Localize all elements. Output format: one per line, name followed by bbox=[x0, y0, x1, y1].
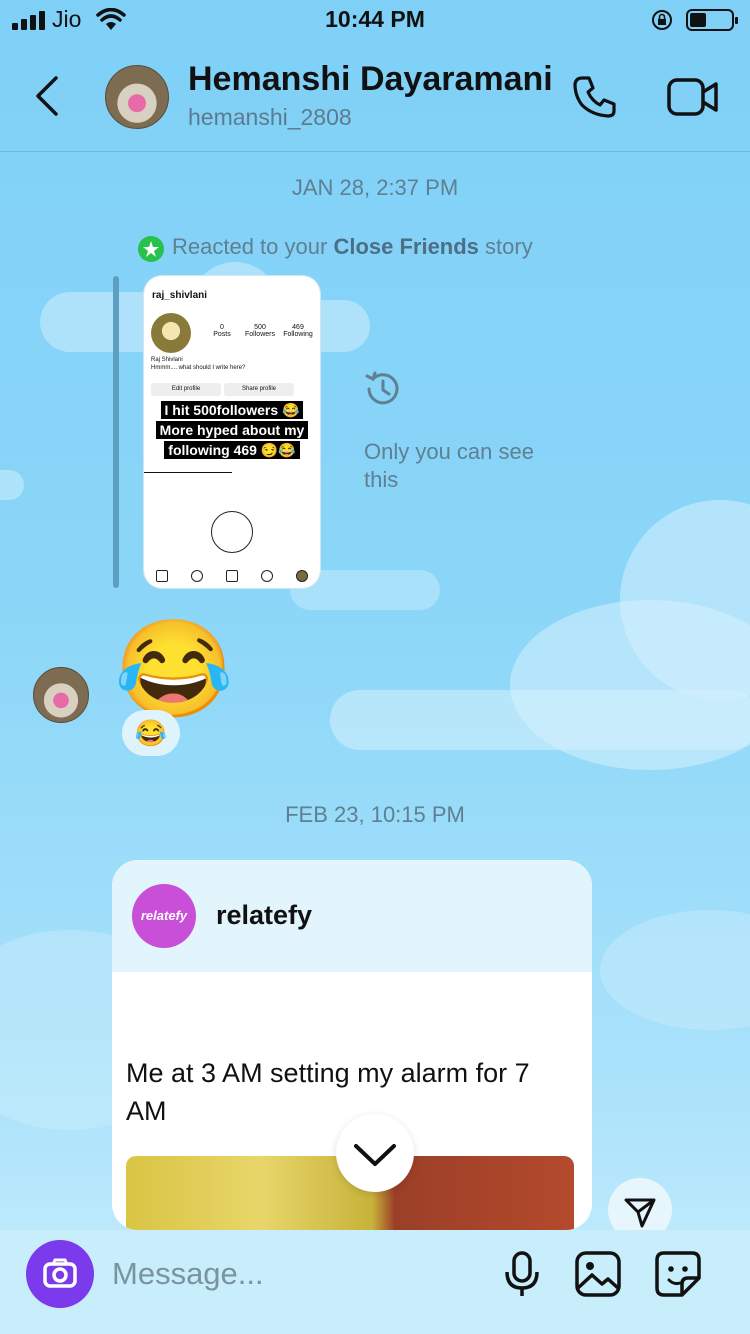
profile-icon bbox=[296, 570, 308, 582]
sticker-button[interactable] bbox=[654, 1250, 702, 1303]
contact-avatar[interactable] bbox=[105, 65, 169, 129]
sender-avatar[interactable] bbox=[33, 667, 89, 723]
contact-username[interactable]: hemanshi_2808 bbox=[188, 104, 352, 131]
video-call-button[interactable] bbox=[666, 74, 720, 125]
camera-button[interactable] bbox=[26, 1240, 94, 1308]
shared-post-header[interactable]: relatefy relatefy bbox=[112, 860, 592, 972]
story-reply-label: Reacted to your Close Friends story bbox=[138, 234, 533, 262]
message-reaction[interactable]: 😂 bbox=[122, 710, 180, 756]
emoji-message[interactable]: 😂 bbox=[114, 610, 234, 730]
thread-timestamp: FEB 23, 10:15 PM bbox=[285, 802, 465, 827]
status-time: 10:44 PM bbox=[325, 6, 425, 32]
story-caption: I hit 500followers 😂 More hyped about my… bbox=[147, 400, 317, 460]
story-preview-avatar bbox=[151, 313, 191, 353]
private-note: Only you can see this bbox=[364, 439, 534, 492]
reply-quote-bar bbox=[113, 276, 119, 588]
story-preview[interactable]: raj_shivlani 0 Posts 500 Followers 469 Foll… bbox=[144, 276, 320, 588]
story-preview-username: raj_shivlani bbox=[152, 290, 208, 301]
battery-icon bbox=[686, 9, 738, 31]
back-button[interactable] bbox=[30, 74, 64, 123]
reels-icon bbox=[226, 570, 238, 582]
orientation-lock-icon bbox=[650, 8, 674, 37]
close-friends-star-icon bbox=[138, 236, 164, 262]
shared-post-account[interactable]: relatefy bbox=[216, 900, 312, 931]
story-preview-stat: 500 Followers bbox=[245, 324, 275, 338]
microphone-button[interactable] bbox=[502, 1250, 542, 1303]
story-preview-nav bbox=[144, 566, 320, 588]
scroll-to-bottom-button[interactable] bbox=[336, 1114, 414, 1192]
search-icon bbox=[191, 570, 203, 582]
home-icon bbox=[156, 570, 168, 582]
history-icon bbox=[362, 368, 404, 415]
story-preview-tab-indicator bbox=[144, 472, 232, 473]
story-preview-stat: 0 Posts bbox=[213, 324, 231, 338]
story-preview-camera-icon bbox=[211, 511, 253, 553]
story-preview-share-button: Share profile bbox=[224, 383, 294, 396]
story-preview-stat: 469 Following bbox=[283, 324, 313, 338]
gallery-button[interactable] bbox=[574, 1250, 622, 1303]
header-divider bbox=[0, 151, 750, 152]
thread-timestamp: JAN 28, 2:37 PM bbox=[291, 175, 459, 200]
contact-name[interactable]: Hemanshi Dayaramani bbox=[188, 60, 553, 99]
shared-post-avatar[interactable]: relatefy bbox=[132, 884, 196, 948]
heart-icon bbox=[261, 570, 273, 582]
phone-call-button[interactable] bbox=[570, 72, 620, 127]
message-input[interactable] bbox=[112, 1252, 472, 1296]
story-preview-bio: Hmmm.... what should I write here? bbox=[151, 365, 246, 371]
status-bar: Jio 10:44 PM bbox=[0, 0, 750, 44]
story-preview-display-name: Raj Shivlani bbox=[151, 357, 183, 363]
close-friends-label: Close Friends bbox=[333, 234, 479, 259]
story-preview-edit-button: Edit profile bbox=[151, 383, 221, 396]
